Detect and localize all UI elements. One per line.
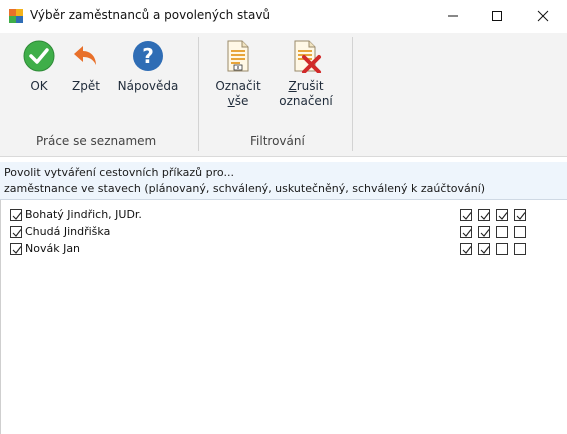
employee-row[interactable]: Bohatý Jindřich, JUDr. [0,207,567,224]
mark-all-label-mnemonic: v [227,94,235,108]
window-title: Výběr zaměstnanců a povolených stavů [30,8,271,22]
mark-all-label-line1: Označit [215,79,261,93]
mark-all-label-line2: še [234,94,249,108]
minimize-icon [448,15,458,17]
info-line-1: Povolit vytváření cestovních příkazů pro… [4,166,234,179]
state-checkbox[interactable] [478,226,490,238]
maximize-button[interactable] [474,0,520,32]
employee-row[interactable]: Novák Jan [0,241,567,258]
employee-checkbox[interactable] [10,243,22,255]
mark-all-label: Označit vše [215,79,260,109]
unmark-label-mnemonic: Z [288,79,297,93]
check-circle-icon [22,39,56,73]
employee-name: Bohatý Jindřich, JUDr. [25,208,142,221]
state-checkbox[interactable] [496,209,508,221]
close-icon [537,10,549,22]
ok-label: OK [30,79,48,93]
state-checkbox[interactable] [514,226,526,238]
unmark-label-line2: označení [279,94,333,108]
employee-checkbox[interactable] [10,209,22,221]
group-label-list: Práce se seznamem [36,134,157,148]
group-separator [352,37,353,151]
mark-all-button[interactable]: Označit vše [214,39,262,109]
unmark-button[interactable]: Zrušit označení [278,39,334,109]
employee-row[interactable]: Chudá Jindřiška [0,224,567,241]
employee-checkbox[interactable] [10,226,22,238]
help-icon: ? [131,39,165,73]
back-button[interactable]: Zpět [66,39,106,94]
document-mark-icon [221,39,255,73]
state-checkbox[interactable] [460,209,472,221]
state-checkbox[interactable] [460,243,472,255]
ok-button[interactable]: OK [22,39,56,94]
group-label-filter: Filtrování [250,134,305,148]
state-checkbox[interactable] [514,209,526,221]
unmark-label-line1: rušit [296,79,324,93]
info-line-2: zaměstnance ve stavech (plánovaný, schvá… [4,182,486,195]
document-cancel-icon [289,39,323,73]
group-separator [198,37,199,151]
employee-name: Novák Jan [25,242,81,255]
state-checkbox[interactable] [478,209,490,221]
employee-name: Chudá Jindřiška [25,225,111,238]
state-checkbox[interactable] [460,226,472,238]
window: Výběr zaměstnanců a povolených stavů OK [0,0,567,434]
back-arrow-icon [69,39,103,73]
state-checkbox[interactable] [478,243,490,255]
unmark-label: Zrušit označení [279,79,333,109]
state-checkbox[interactable] [514,243,526,255]
ribbon: OK Zpět ? Nápověda Práce se seznamem Ozn… [0,33,567,157]
back-label: Zpět [72,79,100,93]
close-button[interactable] [520,0,566,32]
app-icon [9,9,23,23]
state-checkbox[interactable] [496,226,508,238]
help-button[interactable]: ? Nápověda [116,39,180,94]
title-bar: Výběr zaměstnanců a povolených stavů [0,0,567,32]
info-panel: Povolit vytváření cestovních příkazů pro… [0,162,567,200]
maximize-icon [492,11,502,21]
svg-text:?: ? [142,44,154,68]
state-checkbox[interactable] [496,243,508,255]
minimize-button[interactable] [430,0,476,32]
help-label: Nápověda [117,79,179,93]
